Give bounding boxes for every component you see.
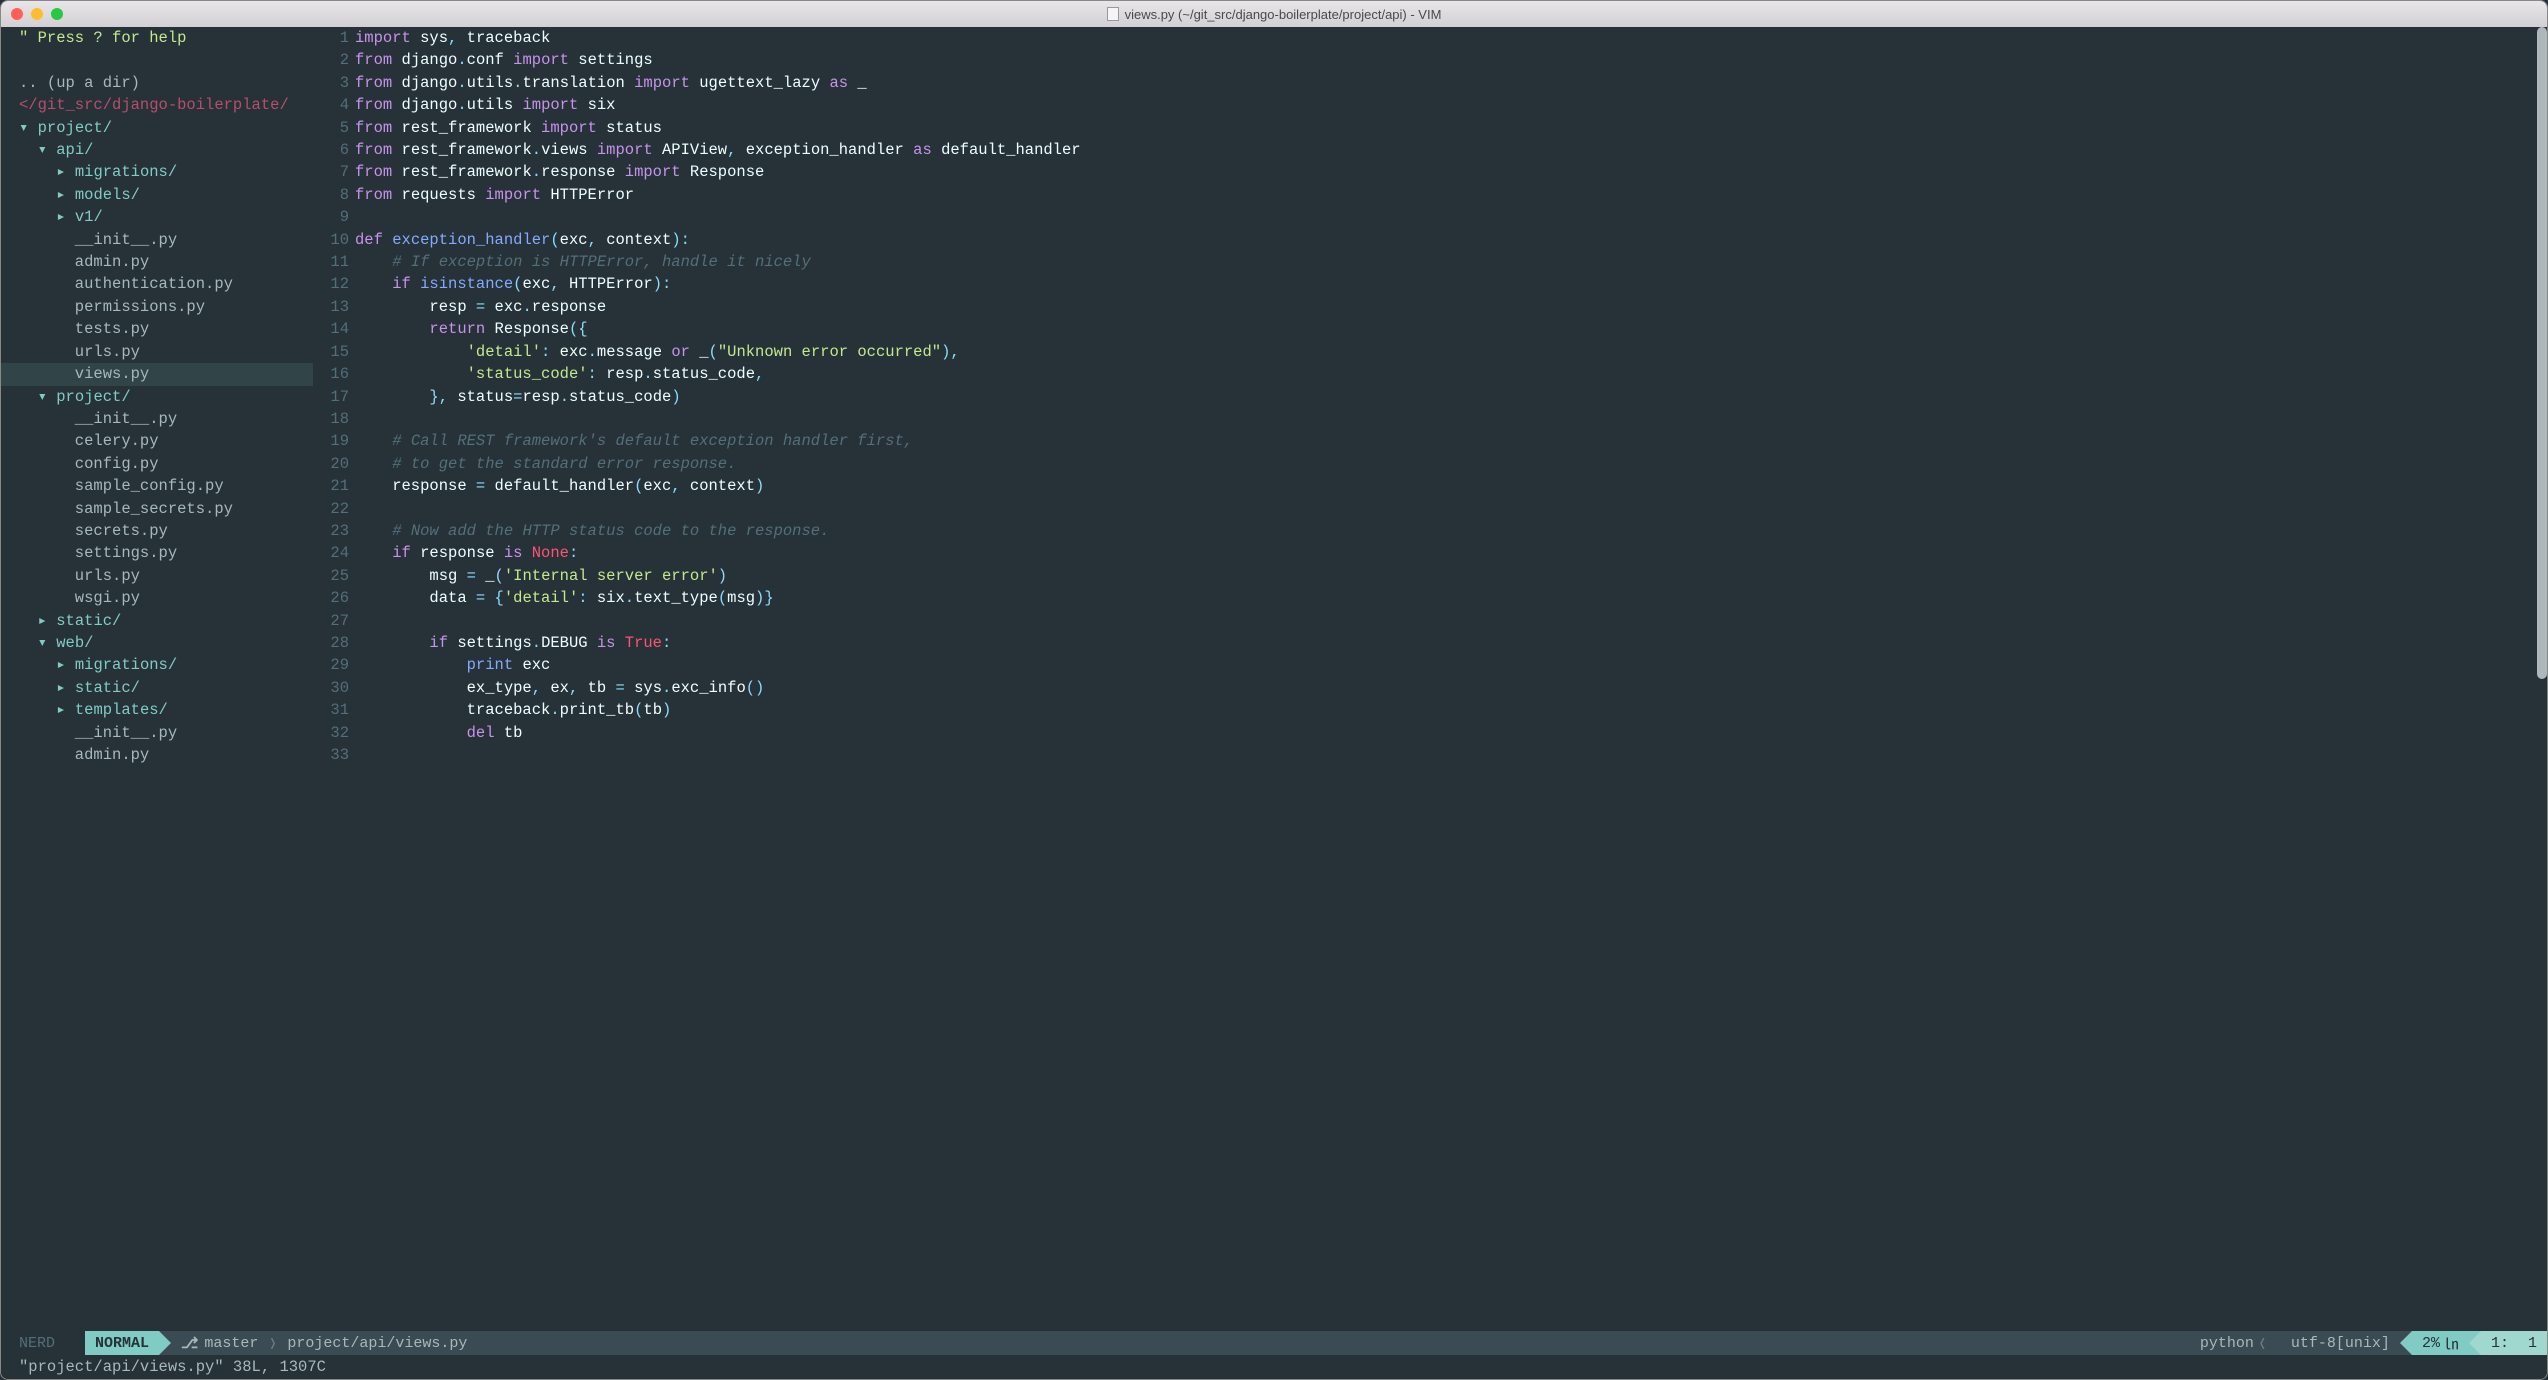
tree-file[interactable]: admin.py [1,251,313,273]
tree-dir[interactable]: ▸ migrations/ [1,654,313,676]
tree-file[interactable]: authentication.py [1,273,313,295]
nerdtree-sidebar[interactable]: " Press ? for help .. (up a dir) </git_s… [1,27,313,1331]
scrollbar-track[interactable] [2537,27,2547,1331]
tree-file[interactable]: config.py [1,453,313,475]
status-col: 1 [2509,1335,2537,1352]
close-window-button[interactable] [11,8,23,20]
tree-file[interactable]: urls.py [1,341,313,363]
tree-file[interactable]: celery.py [1,430,313,452]
code-area[interactable]: import sys, tracebackfrom django.conf im… [355,27,2547,1331]
tree-dir[interactable]: ▸ static/ [1,610,313,632]
tree-dir[interactable]: ▸ models/ [1,184,313,206]
status-filepath: project/api/views.py [287,1335,467,1352]
tree-file[interactable]: wsgi.py [1,587,313,609]
status-encoding: utf-8[unix] [2281,1331,2400,1355]
tree-dir[interactable]: ▸ templates/ [1,699,313,721]
separator-icon: ❭ [264,1334,281,1353]
nerdtree-updir[interactable]: .. (up a dir) [1,72,313,94]
tree-file[interactable]: views.py [1,363,313,385]
separator-icon: ❬ [2254,1334,2271,1353]
tree-file[interactable]: sample_secrets.py [1,498,313,520]
command-line[interactable]: "project/api/views.py" 38L, 1307C [1,1355,2547,1379]
tree-dir[interactable]: ▾ web/ [1,632,313,654]
status-filetype: python [2200,1335,2254,1352]
tree-file[interactable]: settings.py [1,542,313,564]
document-icon [1107,7,1119,21]
status-mode: NORMAL [85,1331,159,1355]
tree-dir[interactable]: ▸ static/ [1,677,313,699]
statusbar: NERD NORMAL ⎇ master ❭ project/api/views… [1,1331,2547,1355]
branch-icon: ⎇ [181,1334,198,1353]
status-line: 1 [2491,1335,2500,1352]
scrollbar-thumb[interactable] [2537,27,2547,679]
tree-file[interactable]: permissions.py [1,296,313,318]
line-number-gutter: 1234567891011121314151617181920212223242… [313,27,355,1331]
tree-dir[interactable]: ▸ v1/ [1,206,313,228]
tree-dir[interactable]: ▾ project/ [1,386,313,408]
tree-file[interactable]: sample_config.py [1,475,313,497]
nerdtree-help: " Press ? for help [1,27,313,49]
zoom-window-button[interactable] [51,8,63,20]
editor-pane[interactable]: 1234567891011121314151617181920212223242… [313,27,2547,1331]
status-percent: 2% [2422,1335,2440,1352]
status-nerd: NERD [1,1335,63,1352]
tree-file[interactable]: tests.py [1,318,313,340]
line-icon: ㏑ [2444,1333,2459,1354]
tree-dir[interactable]: ▾ project/ [1,117,313,139]
tree-file[interactable]: __init__.py [1,408,313,430]
tree-file[interactable]: admin.py [1,744,313,766]
tree-file[interactable]: urls.py [1,565,313,587]
titlebar[interactable]: views.py (~/git_src/django-boilerplate/p… [1,1,2547,27]
tree-file[interactable]: __init__.py [1,722,313,744]
status-branch: master [204,1335,258,1352]
tree-dir[interactable]: ▸ migrations/ [1,161,313,183]
window-title: views.py (~/git_src/django-boilerplate/p… [1125,7,1442,22]
nerdtree-root[interactable]: </git_src/django-boilerplate/ [1,94,313,116]
tree-dir[interactable]: ▾ api/ [1,139,313,161]
tree-file[interactable]: secrets.py [1,520,313,542]
minimize-window-button[interactable] [31,8,43,20]
tree-file[interactable]: __init__.py [1,229,313,251]
